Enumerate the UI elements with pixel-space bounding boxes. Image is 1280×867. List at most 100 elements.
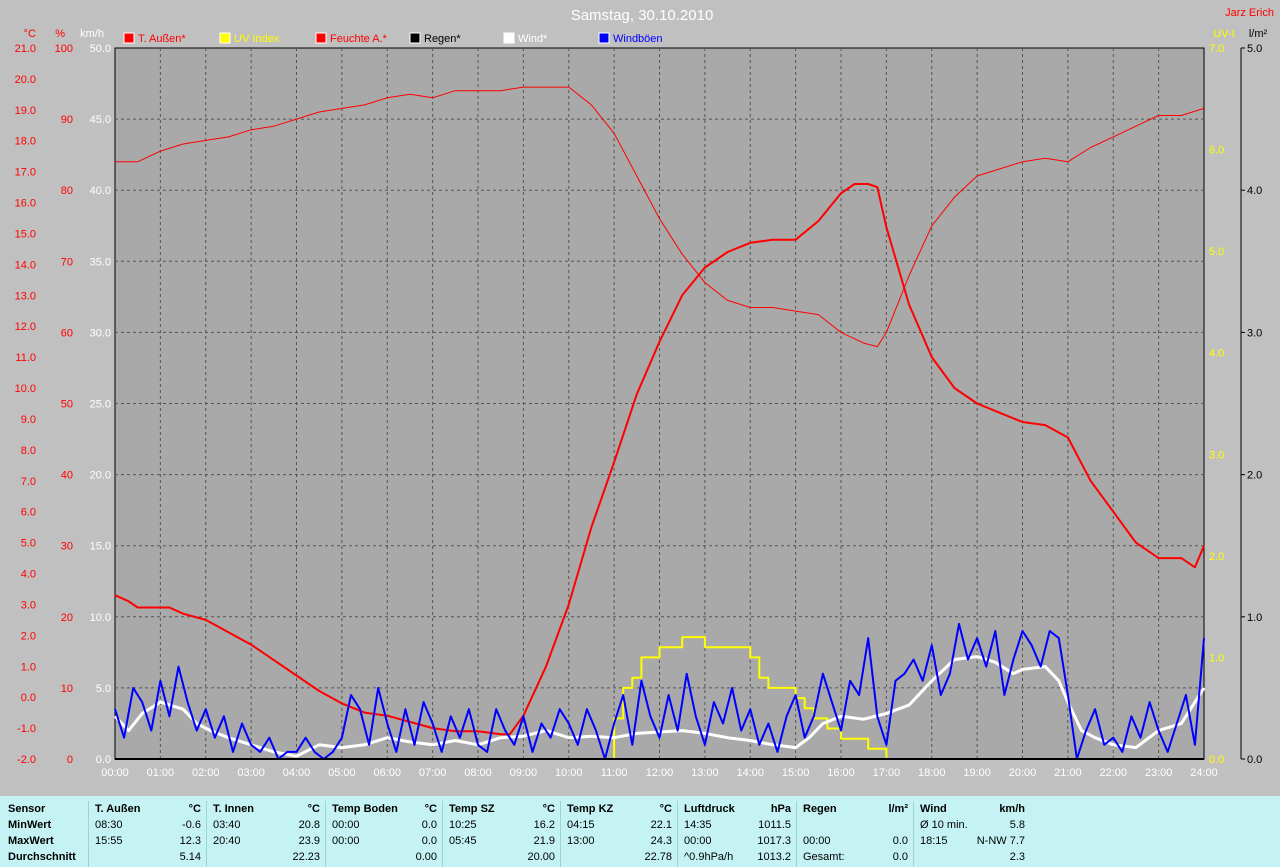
uv-tick-label: 5.0 [1209, 246, 1224, 258]
hum-tick-label: 0 [67, 754, 73, 766]
stats-cell-row: 15:55 12.3 [89, 833, 207, 849]
stats-cell-row: 18:15 N-NW 7.7 [914, 833, 1031, 849]
x-tick-label: 06:00 [373, 767, 401, 779]
temp-axis-unit: °C [24, 28, 36, 40]
x-tick-label: 15:00 [782, 767, 810, 779]
uv-tick-label: 4.0 [1209, 348, 1224, 360]
stats-min-value: 0.0 [421, 819, 437, 831]
wind-tick-label: 45.0 [90, 114, 111, 126]
temp-tick-label: 8.0 [21, 445, 36, 457]
stats-min-value: 1011.5 [758, 819, 791, 831]
stats-column: Temp SZ °C 10:25 16.2 05:45 21.9 20.00 [442, 801, 561, 867]
stats-min-value: 20.8 [298, 819, 320, 831]
stats-avg-value: 0.0 [892, 851, 908, 863]
stats-min-time: 00:00 [332, 819, 360, 831]
wind-tick-label: 0.0 [96, 754, 111, 766]
stats-unit: °C [542, 803, 555, 815]
x-tick-label: 21:00 [1054, 767, 1082, 779]
stats-avg-value: 22.78 [644, 851, 672, 863]
legend-label: Regen* [424, 33, 461, 45]
stats-column: Temp KZ °C 04:15 22.1 13:00 24.3 22.78 [560, 801, 678, 867]
stats-avg-value: 0.00 [415, 851, 437, 863]
stats-unit: l/m² [888, 803, 908, 815]
stats-cell-row: Temp SZ °C [443, 801, 561, 817]
stats-max-value: 0.0 [421, 835, 437, 847]
stats-column: T. Außen °C 08:30 -0.6 15:55 12.3 5.14 [88, 801, 207, 867]
x-tick-label: 10:00 [555, 767, 583, 779]
x-tick-label: 02:00 [192, 767, 220, 779]
stats-cell-row: Ø 10 min. 5.8 [914, 817, 1031, 833]
wind-tick-label: 30.0 [90, 327, 111, 339]
x-tick-label: 12:00 [646, 767, 674, 779]
legend-swatch [503, 32, 515, 44]
stats-unit: km/h [999, 803, 1025, 815]
legend-label: UV Index [234, 33, 280, 45]
stats-min-time: 14:35 [684, 819, 712, 831]
temp-tick-label: -1.0 [17, 723, 36, 735]
temp-tick-label: 3.0 [21, 599, 36, 611]
hum-tick-label: 10 [61, 683, 73, 695]
stats-max-value: 24.3 [650, 835, 672, 847]
x-tick-label: 03:00 [237, 767, 265, 779]
stats-unit: °C [307, 803, 320, 815]
stats-min-time: 08:30 [95, 819, 123, 831]
stats-cell-row: 00:00 1017.3 [678, 833, 797, 849]
legend: T. Außen* UV Index Feuchte A.* Regen* Wind* W… [123, 32, 663, 45]
wind-tick-label: 50.0 [90, 43, 111, 55]
stats-cell-row: 0.00 [326, 849, 443, 865]
stats-min-value: -0.6 [182, 819, 201, 831]
temp-tick-label: 7.0 [21, 476, 36, 488]
uv-tick-label: 7.0 [1209, 43, 1224, 55]
stats-header: T. Innen [213, 803, 254, 815]
hum-tick-label: 70 [61, 256, 73, 268]
x-tick-label: 14:00 [736, 767, 764, 779]
row-label-min: MinWert [8, 819, 52, 831]
stats-cell-row: 04:15 22.1 [561, 817, 678, 833]
temp-tick-label: 10.0 [15, 383, 36, 395]
stats-cell-row: Wind km/h [914, 801, 1031, 817]
stats-avg-value: 20.00 [527, 851, 555, 863]
stats-cell-row: 13:00 24.3 [561, 833, 678, 849]
x-tick-label: 04:00 [283, 767, 311, 779]
stats-cell-row: 08:30 -0.6 [89, 817, 207, 833]
rain-tick-label: 5.0 [1247, 43, 1262, 55]
uv-tick-label: 0.0 [1209, 754, 1224, 766]
stats-cell-row: ^0.9hPa/h 1013.2 [678, 849, 797, 865]
temp-tick-label: 21.0 [15, 43, 36, 55]
temp-tick-label: 9.0 [21, 414, 36, 426]
stats-unit: hPa [770, 803, 791, 815]
stats-column: T. Innen °C 03:40 20.8 20:40 23.9 22.23 [206, 801, 326, 867]
temp-tick-label: 0.0 [21, 692, 36, 704]
stats-header: Regen [803, 803, 837, 815]
row-label-avg: Durchschnitt [8, 851, 76, 863]
stats-header: Luftdruck [684, 803, 735, 815]
stats-max-time: 00:00 [684, 835, 712, 847]
stats-unit: °C [659, 803, 672, 815]
stats-max-value: 12.3 [179, 835, 201, 847]
x-tick-label: 19:00 [963, 767, 991, 779]
stats-cell-row: 03:40 20.8 [207, 817, 326, 833]
legend-label: Feuchte A.* [330, 33, 388, 45]
stats-unit: °C [188, 803, 201, 815]
stats-avg-label: ^0.9hPa/h [684, 851, 734, 863]
legend-swatch [598, 32, 610, 44]
wind-tick-label: 5.0 [96, 683, 111, 695]
stats-max-time: 05:45 [449, 835, 477, 847]
stats-cell-row: 14:35 1011.5 [678, 817, 797, 833]
x-tick-label: 08:00 [464, 767, 492, 779]
temp-tick-label: 20.0 [15, 74, 36, 86]
stats-header: Temp Boden [332, 803, 398, 815]
stats-min-time: Ø 10 min. [920, 819, 968, 831]
x-tick-label: 22:00 [1099, 767, 1127, 779]
wind-tick-label: 15.0 [90, 541, 111, 553]
legend-swatch [315, 32, 327, 44]
stats-header: T. Außen [95, 803, 141, 815]
stats-column: Wind km/h Ø 10 min. 5.8 18:15 N-NW 7.7 2.3 [913, 801, 1031, 867]
stats-max-time: 20:40 [213, 835, 241, 847]
rain-tick-label: 4.0 [1247, 185, 1262, 197]
uv-tick-label: 1.0 [1209, 652, 1224, 664]
stats-column: Temp Boden °C 00:00 0.0 00:00 0.0 0.00 [325, 801, 443, 867]
rain-tick-label: 2.0 [1247, 470, 1262, 482]
hum-tick-label: 100 [55, 43, 73, 55]
stats-avg-value: 5.14 [179, 851, 201, 863]
